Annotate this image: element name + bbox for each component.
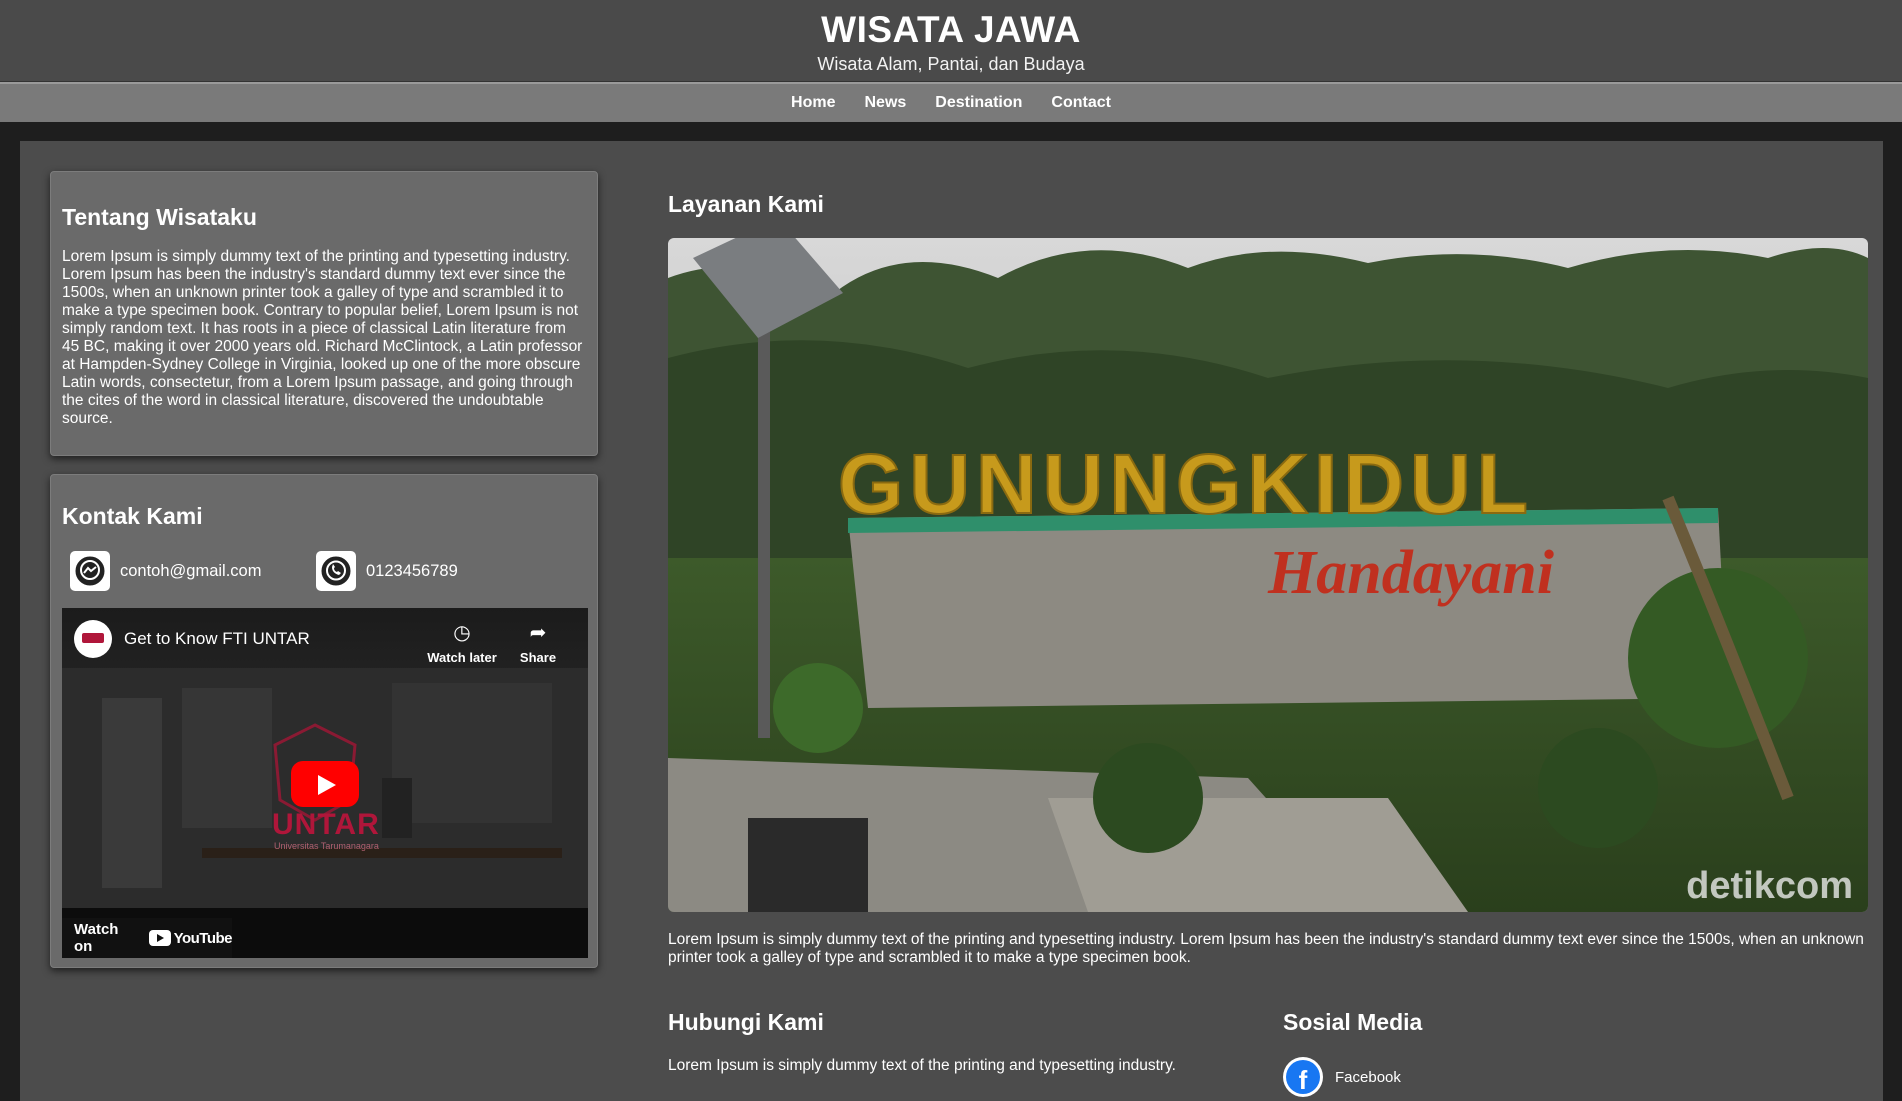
content-area: Tentang Wisataku Lorem Ipsum is simply d… bbox=[20, 141, 1883, 1101]
watch-later-button[interactable]: ◷ Watch later bbox=[422, 622, 502, 665]
services-text: Lorem Ipsum is simply dummy text of the … bbox=[668, 931, 1864, 966]
contact-phone-text: 0123456789 bbox=[366, 561, 458, 580]
contact-phone[interactable]: 0123456789 bbox=[316, 551, 458, 591]
play-button[interactable] bbox=[291, 761, 359, 807]
site-subtitle: Wisata Alam, Pantai, dan Budaya bbox=[817, 54, 1085, 74]
messenger-icon bbox=[70, 551, 110, 591]
sign-text: GUNUNGKIDUL bbox=[838, 437, 1534, 531]
services-heading: Layanan Kami bbox=[668, 191, 824, 217]
channel-avatar[interactable] bbox=[74, 620, 112, 658]
nav-home[interactable]: Home bbox=[791, 94, 835, 112]
share-icon: ➦ bbox=[529, 622, 547, 644]
about-heading: Tentang Wisataku bbox=[62, 204, 257, 230]
nav-destination[interactable]: Destination bbox=[935, 94, 1022, 112]
clock-icon: ◷ bbox=[453, 622, 471, 644]
facebook-icon: f bbox=[1283, 1057, 1323, 1097]
youtube-embed[interactable]: Get to Know FTI UNTAR ◷ Watch later ➦ Sh… bbox=[62, 608, 588, 958]
nav-contact[interactable]: Contact bbox=[1051, 94, 1111, 112]
hubungi-text: Lorem Ipsum is simply dummy text of the … bbox=[668, 1057, 1176, 1074]
contact-card: Kontak Kami contoh@gmail.com 0123456789 bbox=[50, 474, 598, 968]
video-title[interactable]: Get to Know FTI UNTAR bbox=[124, 629, 310, 649]
nav-news[interactable]: News bbox=[864, 94, 906, 112]
image-watermark: detikcom bbox=[1686, 865, 1853, 907]
sign-script: Handayani bbox=[1267, 539, 1554, 607]
facebook-link[interactable]: f Facebook bbox=[1283, 1057, 1401, 1097]
site-header: WISATA JAWA Wisata Alam, Pantai, dan Bud… bbox=[0, 0, 1902, 82]
watch-on-youtube-button[interactable]: Watch on YouTube bbox=[62, 918, 233, 958]
contact-email[interactable]: contoh@gmail.com bbox=[70, 551, 261, 591]
contact-heading: Kontak Kami bbox=[62, 503, 203, 529]
untar-brand-sub: Universitas Tarumanagara bbox=[274, 841, 379, 851]
site-title: WISATA JAWA bbox=[821, 9, 1081, 50]
about-text: Lorem Ipsum is simply dummy text of the … bbox=[62, 248, 583, 427]
main-nav: Home News Destination Contact bbox=[0, 82, 1902, 122]
youtube-icon bbox=[148, 930, 171, 946]
whatsapp-icon bbox=[316, 551, 356, 591]
hubungi-heading: Hubungi Kami bbox=[668, 1009, 824, 1035]
youtube-logo: YouTube bbox=[148, 930, 233, 947]
facebook-label: Facebook bbox=[1335, 1068, 1401, 1086]
contact-email-text: contoh@gmail.com bbox=[120, 561, 262, 580]
social-heading: Sosial Media bbox=[1283, 1009, 1423, 1035]
about-card: Tentang Wisataku Lorem Ipsum is simply d… bbox=[50, 171, 598, 456]
destination-photo: GUNUNGKIDUL Handayani detikcom bbox=[668, 238, 1868, 912]
share-button[interactable]: ➦ Share bbox=[498, 622, 578, 665]
untar-brand: UNTAR bbox=[272, 808, 380, 841]
